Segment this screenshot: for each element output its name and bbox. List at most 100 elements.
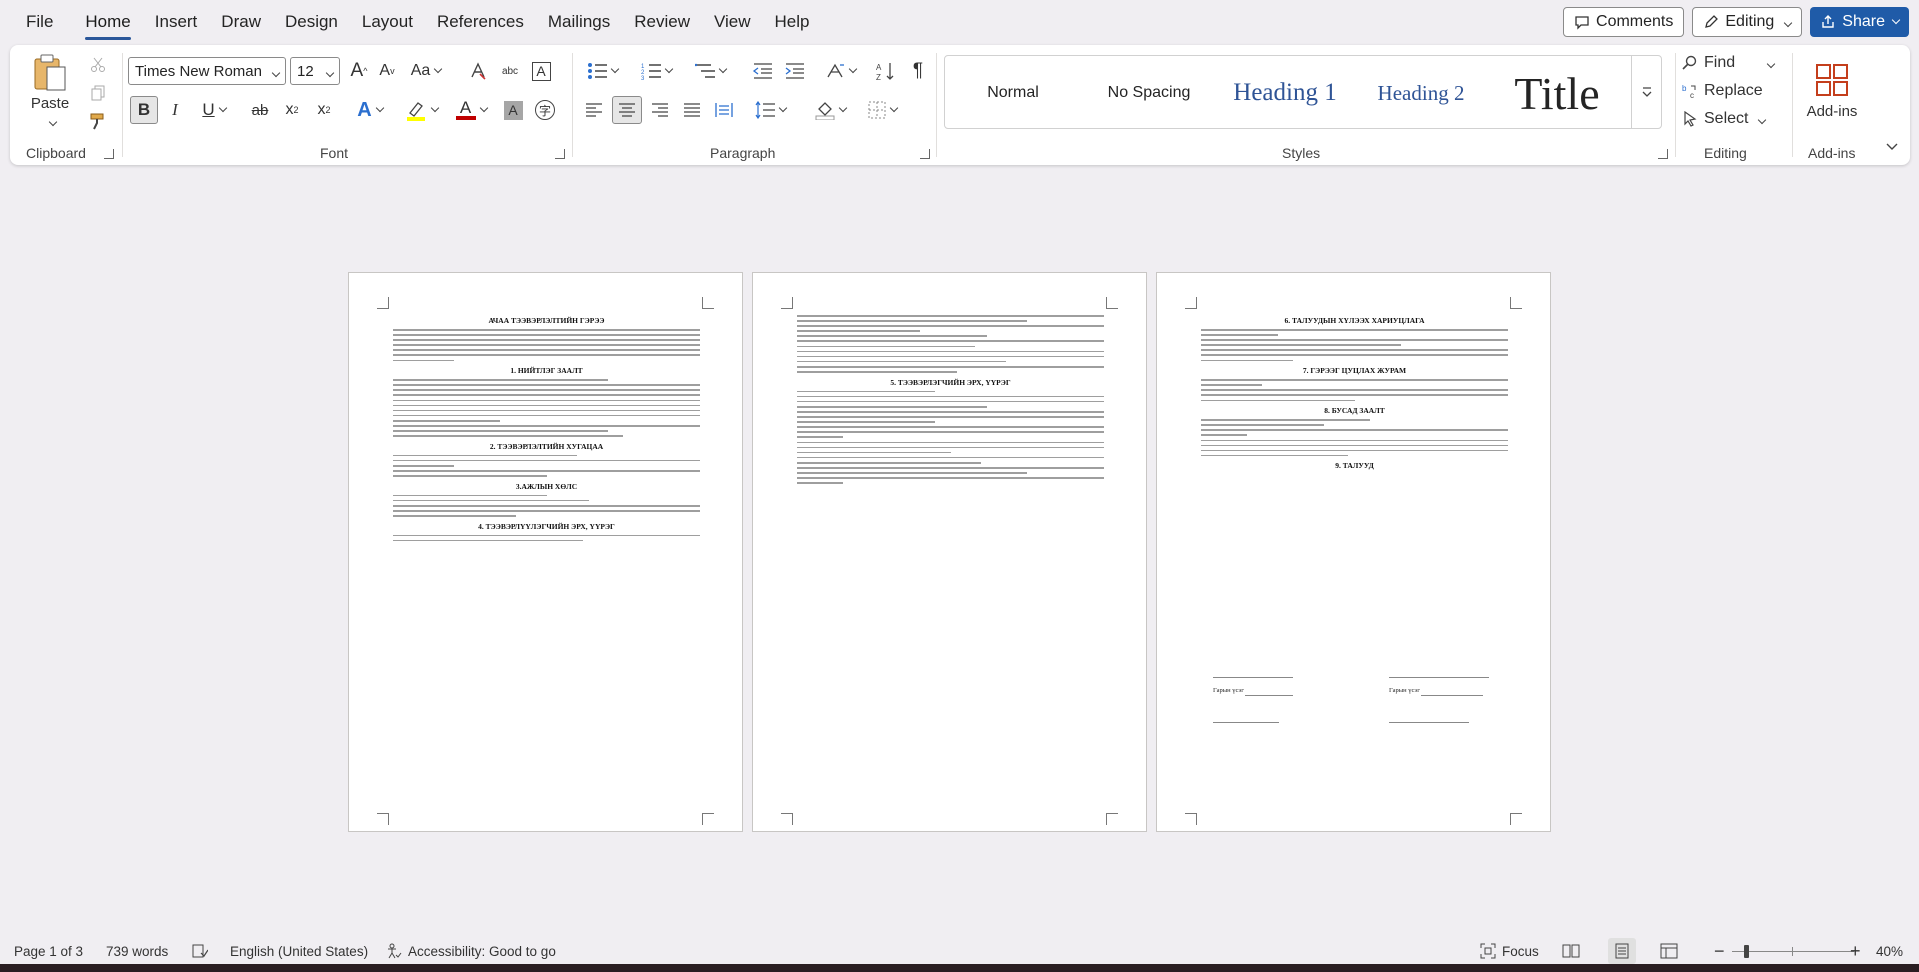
tab-layout[interactable]: Layout: [350, 0, 425, 44]
align-left-button[interactable]: [580, 97, 608, 123]
share-button[interactable]: Share: [1810, 7, 1909, 37]
tab-help[interactable]: Help: [763, 0, 822, 44]
font-size-combo[interactable]: 12: [290, 57, 340, 85]
comment-icon: [1575, 16, 1589, 30]
sort-button[interactable]: AZ: [872, 58, 900, 84]
cut-button[interactable]: [84, 53, 112, 77]
multilevel-list-button[interactable]: [688, 58, 732, 84]
decrease-indent-button[interactable]: [748, 58, 776, 84]
word-count[interactable]: 739 words: [106, 938, 168, 964]
style-title[interactable]: Title: [1489, 56, 1625, 130]
paragraph-dialog-launcher[interactable]: [920, 149, 930, 159]
grow-font-button[interactable]: A ^: [346, 58, 372, 84]
styles-more-button[interactable]: [1631, 56, 1661, 128]
page-count-text: Page 1 of 3: [14, 943, 84, 959]
font-name-combo[interactable]: Times New Roman: [128, 57, 286, 85]
print-layout-button[interactable]: [1608, 938, 1636, 964]
show-formatting-marks-button[interactable]: ¶: [904, 58, 932, 84]
focus-button[interactable]: Focus: [1480, 938, 1539, 964]
borders-button[interactable]: [860, 97, 904, 123]
tab-references[interactable]: References: [425, 0, 536, 44]
add-ins-button[interactable]: Add-ins: [1796, 51, 1868, 131]
replace-button[interactable]: bc Replace: [1682, 77, 1778, 105]
taskbar-strip: [0, 964, 1919, 972]
editing-mode-button[interactable]: Editing: [1692, 7, 1803, 37]
highlight-color-button[interactable]: [400, 96, 442, 124]
clear-formatting-button[interactable]: [464, 58, 492, 84]
chevron-down-icon: [1780, 13, 1791, 31]
tab-file[interactable]: File: [14, 0, 65, 44]
find-button[interactable]: Find: [1682, 49, 1778, 77]
subscript-button[interactable]: x2: [278, 96, 306, 124]
line-spacing-button[interactable]: [748, 97, 792, 123]
paste-label: Paste: [30, 94, 70, 112]
format-painter-button[interactable]: [84, 109, 112, 133]
style-no-spacing[interactable]: No Spacing: [1081, 56, 1217, 130]
paste-button[interactable]: Paste: [24, 51, 76, 131]
search-icon: [1682, 55, 1697, 70]
shaded-a-icon: A: [503, 100, 523, 120]
numbering-button[interactable]: 123: [634, 58, 678, 84]
bold-button[interactable]: B: [130, 96, 158, 124]
enclose-characters-button[interactable]: 字: [532, 96, 558, 124]
select-button[interactable]: Select: [1682, 105, 1778, 133]
text-direction-button[interactable]: [818, 58, 862, 84]
signature-line: [1389, 722, 1469, 723]
chevron-down-icon: [1754, 110, 1765, 128]
tab-design[interactable]: Design: [273, 0, 350, 44]
signature-label-right: Гарын үсэг: [1389, 687, 1420, 694]
tab-insert[interactable]: Insert: [143, 0, 210, 44]
zoom-out-button[interactable]: −: [1714, 938, 1725, 964]
comments-button[interactable]: Comments: [1563, 7, 1685, 37]
text-effects-button[interactable]: A: [350, 96, 390, 124]
style-heading-1[interactable]: Heading 1: [1217, 56, 1353, 130]
zoom-slider[interactable]: [1732, 938, 1854, 964]
section-heading: 1. НИЙТЛЭГ ЗААЛТ: [510, 366, 583, 376]
accessibility-button[interactable]: Accessibility: Good to go: [386, 938, 556, 964]
page-count[interactable]: Page 1 of 3: [14, 938, 83, 964]
align-center-button[interactable]: [612, 96, 642, 124]
document-page-1[interactable]: АЧАА ТЭЭВЭРЛЭЛТИЙН ГЭРЭЭ 1. НИЙТЛЭГ ЗААЛ…: [348, 272, 743, 832]
shrink-font-button[interactable]: Av: [374, 58, 400, 84]
clipboard-dialog-launcher[interactable]: [104, 149, 114, 159]
italic-button[interactable]: I: [162, 96, 188, 124]
collapse-ribbon-button[interactable]: [1882, 137, 1902, 157]
character-border-button[interactable]: A: [528, 58, 554, 84]
distributed-button[interactable]: [710, 97, 738, 123]
justify-button[interactable]: [678, 97, 706, 123]
tab-review[interactable]: Review: [622, 0, 702, 44]
tab-home[interactable]: Home: [73, 0, 142, 44]
proofing-button[interactable]: [192, 938, 208, 964]
read-mode-button[interactable]: [1562, 938, 1580, 964]
section-heading: 9. ТАЛУУД: [1335, 461, 1374, 471]
indent-icon: [785, 63, 804, 79]
character-shading-button[interactable]: A: [500, 96, 526, 124]
tab-mailings[interactable]: Mailings: [536, 0, 622, 44]
copy-button[interactable]: [84, 81, 112, 105]
underline-button[interactable]: U: [194, 96, 234, 124]
document-page-2[interactable]: 5. ТЭЭВЭРЛЭГЧИЙН ЭРХ, ҮҮРЭГ: [752, 272, 1147, 832]
zoom-in-button[interactable]: +: [1850, 938, 1861, 964]
zoom-level[interactable]: 40%: [1876, 938, 1903, 964]
zoom-slider-thumb[interactable]: [1744, 945, 1749, 958]
tab-view[interactable]: View: [702, 0, 763, 44]
superscript-button[interactable]: x2: [310, 96, 338, 124]
style-normal[interactable]: Normal: [945, 56, 1081, 130]
increase-indent-button[interactable]: [780, 58, 808, 84]
style-heading-2[interactable]: Heading 2: [1353, 56, 1489, 130]
strikethrough-button[interactable]: ab: [246, 96, 274, 124]
styles-dialog-launcher[interactable]: [1658, 149, 1668, 159]
font-color-button[interactable]: A: [450, 96, 492, 124]
tab-draw[interactable]: Draw: [209, 0, 273, 44]
font-group-label: Font: [320, 145, 349, 161]
bullets-button[interactable]: [580, 58, 624, 84]
language-button[interactable]: English (United States): [230, 938, 368, 964]
change-case-button[interactable]: Aa: [406, 58, 446, 84]
web-layout-button[interactable]: [1660, 938, 1678, 964]
group-separator: [1675, 53, 1676, 157]
shading-button[interactable]: [808, 97, 852, 123]
phonetic-guide-button[interactable]: abc: [496, 58, 524, 84]
align-right-button[interactable]: [646, 97, 674, 123]
font-dialog-launcher[interactable]: [555, 149, 565, 159]
document-page-3[interactable]: 6. ТАЛУУДЫН ХҮЛЭЭХ ХАРИУЦЛАГА 7. ГЭРЭЭГ …: [1156, 272, 1551, 832]
